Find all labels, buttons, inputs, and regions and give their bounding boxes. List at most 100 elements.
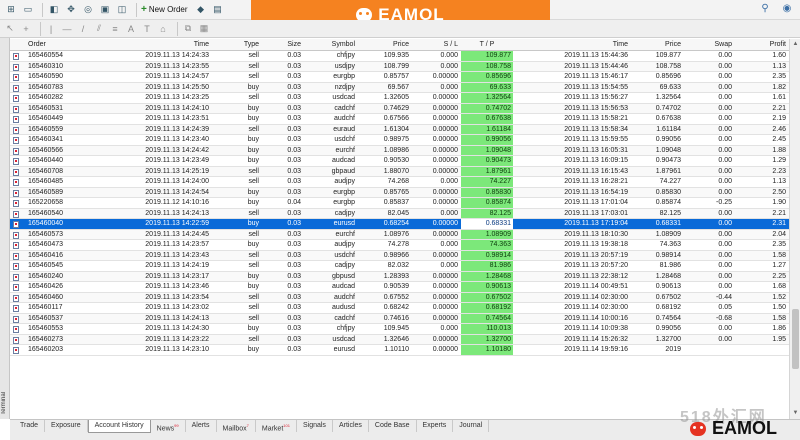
chat-icon[interactable]: ◉ — [780, 3, 794, 17]
table-row[interactable]: 165460540 2019.11.13 14:24:13 sell 0.03 cadj… — [10, 208, 789, 219]
tab-experts[interactable]: Experts — [417, 420, 454, 432]
cell-symbol: cadchf — [334, 104, 355, 112]
cell-order: 165460460 — [28, 293, 64, 301]
table-row[interactable]: 165460282 2019.11.13 14:23:25 sell 0.03 usdc… — [10, 93, 789, 104]
column-header-price[interactable]: Price — [359, 39, 409, 50]
column-header-symbol[interactable]: Symbol — [307, 39, 355, 50]
table-row[interactable]: 165460449 2019.11.13 14:23:51 buy 0.03 audch… — [10, 114, 789, 125]
trend-line-icon[interactable]: / — [77, 23, 89, 35]
column-header-close-time[interactable]: Time — [518, 39, 628, 50]
market-watch-icon[interactable]: ◧ — [47, 3, 61, 17]
scroll-thumb[interactable] — [792, 309, 799, 369]
cell-close-time: 2019.11.13 15:56:27 — [564, 94, 628, 101]
period-icon[interactable]: ⧉ — [182, 23, 194, 35]
horizontal-line-icon[interactable]: — — [61, 23, 73, 35]
tab-journal[interactable]: Journal — [453, 420, 490, 432]
terminal-side-tab[interactable]: Terminal — [0, 38, 10, 419]
meta-editor-icon[interactable]: ◆ — [194, 3, 208, 17]
column-header-sl[interactable]: S / L — [414, 39, 458, 50]
cell-close-price: 1.08909 — [655, 230, 681, 238]
tab-alerts[interactable]: Alerts — [186, 420, 217, 432]
tab-market[interactable]: Market101 — [256, 420, 297, 432]
table-row[interactable]: 165460590 2019.11.13 14:24:57 sell 0.03 eurg… — [10, 72, 789, 83]
table-row[interactable]: 165460554 2019.11.13 14:24:33 sell 0.03 chfj… — [10, 51, 789, 62]
cell-symbol: chfjpy — [336, 52, 355, 59]
cell-sl: 0.00000 — [432, 104, 458, 112]
table-row[interactable]: 165220658 2019.11.12 14:10:16 buy 0.04 eurgb… — [10, 198, 789, 209]
table-row[interactable]: 165460708 2019.11.13 14:25:19 sell 0.03 gbpa… — [10, 166, 789, 177]
table-row[interactable]: 165460240 2019.11.13 14:23:17 buy 0.03 gbpus… — [10, 271, 789, 282]
table-row[interactable]: 165460473 2019.11.13 14:23:57 buy 0.03 audjp… — [10, 240, 789, 251]
tab-account-history[interactable]: Account History — [87, 420, 151, 433]
table-row[interactable]: 165460589 2019.11.13 14:24:54 buy 0.03 eurgb… — [10, 187, 789, 198]
tab-news[interactable]: News99 — [151, 420, 186, 432]
tab-trade[interactable]: Trade — [14, 420, 46, 432]
table-row[interactable]: 165460566 2019.11.13 14:24:42 buy 0.03 eurch… — [10, 145, 789, 156]
column-header-time[interactable]: Time — [105, 39, 209, 50]
table-row[interactable]: 165460553 2019.11.13 14:24:30 buy 0.03 chfjp… — [10, 324, 789, 335]
cursor-icon[interactable]: ↖ — [4, 23, 16, 35]
cell-swap: 0.00 — [718, 167, 732, 175]
fibonacci-icon[interactable]: ≡ — [109, 23, 121, 35]
cell-order: 165460573 — [28, 230, 64, 238]
new-order-button[interactable]: + New Order — [141, 4, 188, 15]
table-row[interactable]: 165460040 2019.11.13 14:22:59 buy 0.03 eurus… — [10, 219, 789, 230]
table-row[interactable]: 165460531 2019.11.13 14:24:10 buy 0.03 cadch… — [10, 103, 789, 114]
column-header-close-price[interactable]: Price — [635, 39, 681, 50]
table-row[interactable]: 165460117 2019.11.13 14:23:02 sell 0.03 audu… — [10, 303, 789, 314]
data-window-icon[interactable]: ◎ — [81, 3, 95, 17]
table-row[interactable]: 165460537 2019.11.13 14:24:13 sell 0.03 cadc… — [10, 313, 789, 324]
table-row[interactable]: 165460460 2019.11.13 14:23:54 sell 0.03 audc… — [10, 292, 789, 303]
cell-size: 0.03 — [287, 272, 301, 280]
search-icon[interactable]: ⚲ — [758, 3, 772, 17]
tab-label: Signals — [302, 422, 326, 429]
table-row[interactable]: 165460545 2019.11.13 14:24:19 sell 0.03 cadj… — [10, 261, 789, 272]
table-row[interactable]: 165460273 2019.11.13 14:23:22 sell 0.03 usdc… — [10, 334, 789, 345]
cell-type: sell — [248, 52, 259, 59]
table-row[interactable]: 165460559 2019.11.13 14:24:39 sell 0.03 eura… — [10, 124, 789, 135]
table-row[interactable]: 165460573 2019.11.13 14:24:45 sell 0.03 eurc… — [10, 229, 789, 240]
tab-code-base[interactable]: Code Base — [369, 420, 417, 432]
scroll-down-icon[interactable]: ▼ — [792, 410, 799, 417]
cell-close-time: 2019.11.14 00:49:51 — [564, 283, 628, 290]
table-row[interactable]: 165460426 2019.11.13 14:23:46 buy 0.03 audca… — [10, 282, 789, 293]
table-row[interactable]: 165460416 2019.11.13 14:23:43 sell 0.03 usdc… — [10, 250, 789, 261]
shapes-icon[interactable]: ⌂ — [157, 23, 169, 35]
table-row[interactable]: 165460783 2019.11.13 14:25:50 buy 0.03 nzdjp… — [10, 82, 789, 93]
cell-price: 1.88070 — [383, 167, 409, 175]
order-icon — [13, 273, 19, 281]
column-header-tp[interactable]: T / P — [461, 39, 513, 50]
label-tool-icon[interactable]: T — [141, 23, 153, 35]
tab-exposure[interactable]: Exposure — [45, 420, 88, 432]
profiles-icon[interactable]: ▭ — [21, 3, 35, 17]
text-tool-icon[interactable]: A — [125, 23, 137, 35]
channel-icon[interactable]: ⫽ — [93, 23, 105, 35]
cell-tp: 0.85874 — [461, 198, 513, 208]
vertical-line-icon[interactable]: | — [45, 23, 57, 35]
cell-close-time: 2019.11.13 16:05:31 — [564, 146, 628, 154]
tab-articles[interactable]: Articles — [333, 420, 369, 432]
crosshair-icon[interactable]: + — [20, 23, 32, 35]
navigator-icon[interactable]: ✥ — [64, 3, 78, 17]
terminal-icon[interactable]: ▣ — [98, 3, 112, 17]
tab-signals[interactable]: Signals — [297, 420, 333, 432]
auto-trading-icon[interactable]: ▤ — [211, 3, 225, 17]
new-chart-icon[interactable]: ⊞ — [4, 3, 18, 17]
tab-mailbox[interactable]: Mailbox7 — [217, 420, 256, 432]
table-row[interactable]: 165460485 2019.11.13 14:24:00 sell 0.03 audj… — [10, 177, 789, 188]
table-row[interactable]: 165460341 2019.11.13 14:23:40 buy 0.03 usdch… — [10, 135, 789, 146]
column-header-size[interactable]: Size — [265, 39, 301, 50]
cell-swap: 0.00 — [718, 220, 732, 227]
table-row[interactable]: 165460440 2019.11.13 14:23:49 buy 0.03 audca… — [10, 156, 789, 167]
templates-icon[interactable]: ▦ — [198, 23, 210, 35]
table-row[interactable]: 165460203 2019.11.13 14:23:10 buy 0.03 eurus… — [10, 345, 789, 356]
table-row[interactable]: 165460310 2019.11.13 14:23:55 sell 0.03 usdj… — [10, 61, 789, 72]
column-header-type[interactable]: Type — [215, 39, 259, 50]
column-header-swap[interactable]: Swap — [686, 39, 732, 50]
vertical-scrollbar[interactable]: ▲ ▼ — [789, 39, 800, 419]
column-header-profit[interactable]: Profit — [738, 39, 786, 50]
column-header-order[interactable]: Order — [28, 39, 98, 50]
cell-sl: 0.000 — [440, 83, 458, 91]
strategy-tester-icon[interactable]: ◫ — [115, 3, 129, 17]
scroll-up-icon[interactable]: ▲ — [792, 41, 799, 48]
